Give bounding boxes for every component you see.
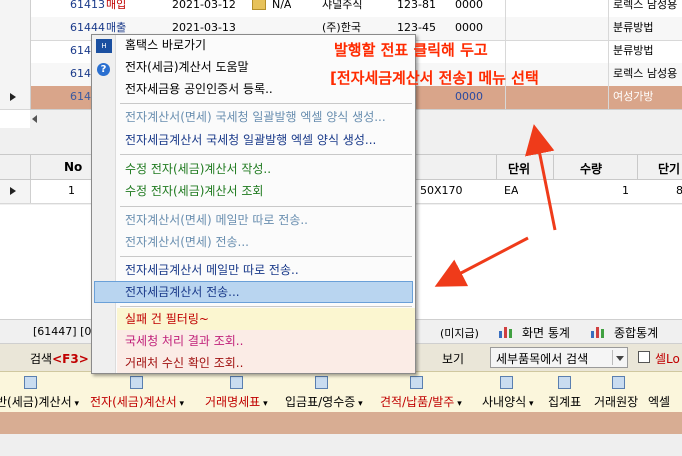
arrow-to-menu xyxy=(434,236,529,287)
annotation-arrows xyxy=(434,124,557,287)
arrow-to-row xyxy=(524,124,557,231)
